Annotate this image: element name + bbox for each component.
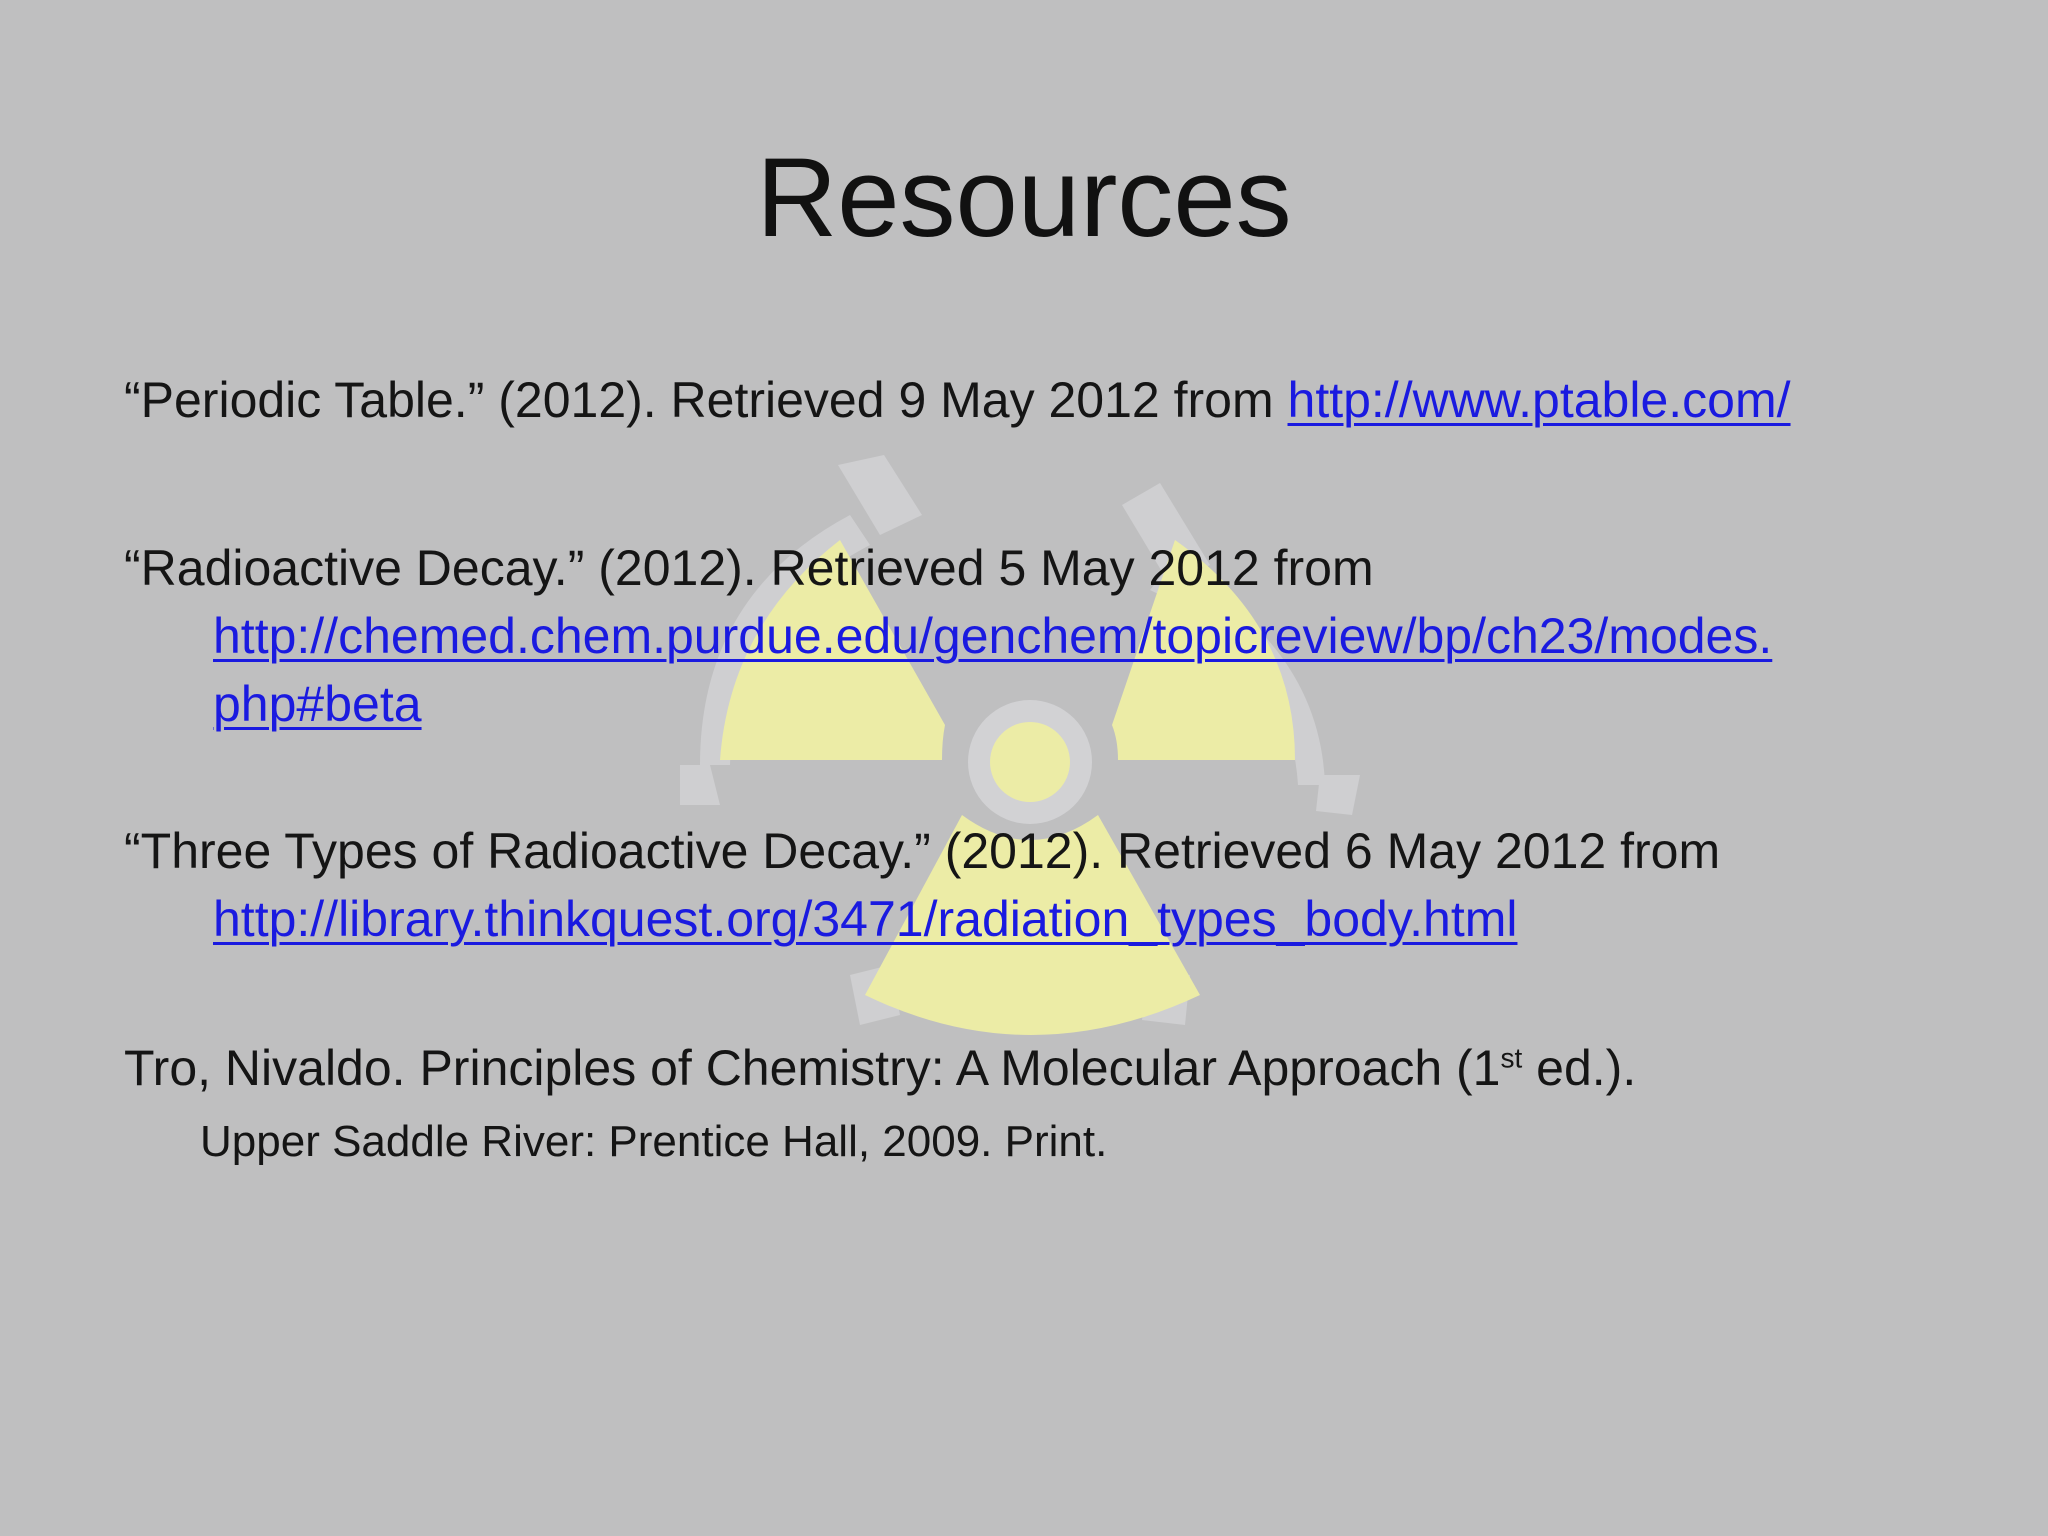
reference-link-continued[interactable]: php#beta xyxy=(213,676,422,732)
reference-text: “Radioactive Decay.” (2012). Retrieved 5… xyxy=(124,540,1374,596)
reference-link[interactable]: http://chemed.chem.purdue.edu/genchem/to… xyxy=(213,608,1772,664)
reference-radioactive-decay: “Radioactive Decay.” (2012). Retrieved 5… xyxy=(124,534,1964,738)
reference-text: “Three Types of Radioactive Decay.” (201… xyxy=(124,823,1721,879)
reference-three-types: “Three Types of Radioactive Decay.” (201… xyxy=(124,817,1964,953)
reference-continuation: Upper Saddle River: Prentice Hall, 2009.… xyxy=(200,1117,1108,1166)
reference-text: “Periodic Table.” (2012). Retrieved 9 Ma… xyxy=(124,372,1288,428)
edition-superscript: st xyxy=(1500,1042,1523,1074)
reference-tro-chemistry: Tro, Nivaldo. Principles of Chemistry: A… xyxy=(124,1034,1964,1102)
slide: Resources “Periodic Table.” (2012). Retr… xyxy=(0,0,2048,1536)
reference-link[interactable]: http://library.thinkquest.org/3471/radia… xyxy=(213,891,1517,947)
reference-link[interactable]: http://www.ptable.com/ xyxy=(1288,372,1791,428)
reference-text-end: ed.). xyxy=(1522,1040,1637,1096)
slide-title: Resources xyxy=(756,135,1292,260)
reference-periodic-table: “Periodic Table.” (2012). Retrieved 9 Ma… xyxy=(124,366,1964,434)
reference-text: Tro, Nivaldo. Principles of Chemistry: A… xyxy=(124,1040,1501,1096)
